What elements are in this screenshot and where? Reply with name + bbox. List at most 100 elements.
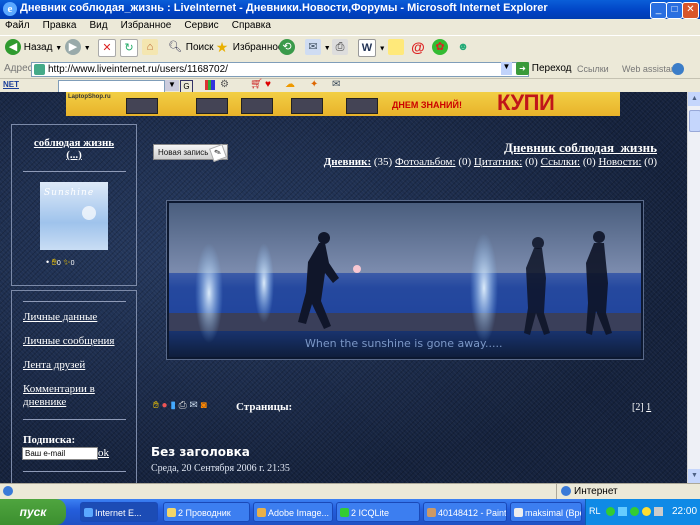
- taskbar-imageready[interactable]: Adobe Image...: [253, 502, 333, 522]
- personal-data-link[interactable]: Личные данные: [23, 311, 97, 323]
- refresh-button[interactable]: ↻: [120, 39, 138, 57]
- star-rating-icon[interactable]: ✨︎: [63, 257, 70, 267]
- laptop-image: [126, 98, 158, 114]
- tray-network-icon[interactable]: [618, 507, 627, 516]
- go-label: Переход: [531, 63, 572, 75]
- ad-banner[interactable]: LaptopShop.ru ДНЕМ ЗНАНИЙ! КУПИ НОУТБУК: [66, 92, 620, 116]
- tray-icq-icon[interactable]: [606, 507, 615, 516]
- clock[interactable]: 22:00: [672, 506, 697, 517]
- links-stat-link[interactable]: Ссылки:: [541, 156, 581, 168]
- back-label: Назад: [23, 42, 53, 53]
- taskbar-mail[interactable]: maksimal (Вре...: [510, 502, 582, 522]
- forward-arrow-icon: ▶: [65, 39, 81, 56]
- minimize-button[interactable]: _: [650, 2, 667, 19]
- mail-icon[interactable]: ✉: [189, 400, 197, 411]
- tray-app-icon[interactable]: [654, 507, 663, 516]
- menu-favorites[interactable]: Избранное: [116, 19, 177, 32]
- tools-icon[interactable]: ⚙: [220, 79, 229, 90]
- maximize-button[interactable]: □: [666, 2, 683, 19]
- heart-icon[interactable]: ♥: [265, 79, 271, 90]
- close-button[interactable]: ✕: [682, 2, 699, 19]
- private-messages-link[interactable]: Личные сообщения: [23, 335, 114, 347]
- diary-comments-link[interactable]: Комментарии в дневнике: [23, 383, 95, 408]
- print-icon[interactable]: ⎙: [179, 400, 187, 411]
- stop-button[interactable]: ✕: [98, 39, 116, 57]
- banner-site: LaptopShop.ru: [68, 94, 111, 100]
- chart-icon[interactable]: [205, 80, 215, 90]
- subscribe-ok-link[interactable]: ok: [98, 447, 109, 459]
- mail-button[interactable]: ✉ ▼: [305, 39, 331, 57]
- taskbar-paint[interactable]: 40148412 - Paint: [423, 502, 507, 522]
- print-button[interactable]: ⎙: [332, 39, 348, 57]
- icq-button[interactable]: ✿: [432, 39, 448, 57]
- history-icon: ⟲: [279, 39, 295, 56]
- note-button[interactable]: [388, 39, 404, 57]
- address-dropdown-icon[interactable]: ▼: [501, 62, 512, 75]
- menu-help[interactable]: Справка: [227, 19, 276, 32]
- tray-icq2-icon[interactable]: [630, 507, 639, 516]
- scroll-up-button[interactable]: ▲: [688, 92, 700, 106]
- links-button[interactable]: Ссылки: [577, 64, 609, 74]
- news-stat-link[interactable]: Новости:: [598, 156, 641, 168]
- edit-button[interactable]: W ▼: [358, 39, 386, 57]
- menu-view[interactable]: Вид: [85, 19, 113, 32]
- new-post-button[interactable]: Новая запись ✎: [153, 144, 228, 162]
- scroll-thumb[interactable]: [689, 110, 700, 132]
- net-mail-icon[interactable]: ✉: [332, 79, 340, 90]
- home-button[interactable]: ⌂: [142, 39, 158, 57]
- cart-icon[interactable]: 🛒︎: [250, 79, 263, 90]
- address-input[interactable]: http://www.liveinternet.ru/users/1168702…: [31, 62, 529, 77]
- page-1-link[interactable]: 1: [646, 402, 651, 413]
- bookmark-icon[interactable]: ✦: [310, 79, 318, 90]
- avatar-sun-shape: [82, 206, 96, 220]
- scroll-down-button[interactable]: ▼: [688, 469, 700, 483]
- news-stat-count: (0): [644, 156, 657, 168]
- menu-tools[interactable]: Сервис: [179, 19, 223, 32]
- hand-icon[interactable]: ✋︎: [153, 400, 159, 411]
- diary-stat-link[interactable]: Дневник:: [324, 156, 371, 168]
- current-page: [2]: [632, 402, 644, 413]
- avatar[interactable]: Sunshine: [40, 182, 108, 250]
- back-dropdown-icon[interactable]: ▼: [55, 45, 62, 52]
- net-dropdown-icon[interactable]: ▼: [165, 80, 179, 91]
- subscribe-email-input[interactable]: [22, 447, 98, 460]
- username-more-link[interactable]: (...): [66, 149, 82, 161]
- forward-dropdown-icon[interactable]: ▼: [84, 45, 91, 52]
- globe-icon[interactable]: [672, 63, 684, 75]
- back-arrow-icon: ◀: [5, 39, 21, 56]
- messenger-button[interactable]: @: [410, 39, 426, 57]
- page-scrollbar[interactable]: ▲ ▼: [687, 92, 700, 483]
- language-indicator[interactable]: RL: [589, 506, 601, 516]
- title-bar[interactable]: e Дневник соблюдая_жизнь : LiveInternet …: [0, 0, 700, 19]
- favorites-button[interactable]: ★ Избранное: [214, 39, 284, 57]
- contacts-button[interactable]: ☻: [455, 39, 471, 57]
- go-button[interactable]: ➜ Переход: [516, 62, 572, 75]
- rss-icon[interactable]: ◙: [201, 400, 207, 411]
- search-button[interactable]: 🔍︎ Поиск: [167, 39, 213, 57]
- taskbar-explorer[interactable]: 2 Проводник: [163, 502, 250, 522]
- username-link[interactable]: соблюдая жизнь: [34, 137, 114, 149]
- menu-edit[interactable]: Правка: [38, 19, 82, 32]
- diary-title-link[interactable]: Дневник соблюдая_жизнь: [400, 140, 657, 156]
- taskbar-icq[interactable]: 2 ICQLite: [336, 502, 420, 522]
- web-assistant-button[interactable]: Web assistant: [622, 64, 678, 74]
- heart-icon[interactable]: ●: [161, 400, 167, 411]
- history-button[interactable]: ⟲: [279, 39, 295, 57]
- menu-file[interactable]: Файл: [0, 19, 35, 32]
- forward-button[interactable]: ▶ ▼: [65, 39, 91, 57]
- flower-icon: ✿: [432, 39, 448, 56]
- start-button[interactable]: пуск: [0, 499, 66, 525]
- edit-dropdown-icon[interactable]: ▼: [379, 46, 386, 53]
- info-icon[interactable]: ▮: [170, 400, 176, 411]
- tray-sound-icon[interactable]: [642, 507, 651, 516]
- weather-icon[interactable]: ☁: [285, 79, 295, 90]
- net-logo[interactable]: NET: [3, 80, 19, 89]
- taskbar-ie[interactable]: Internet E...: [80, 502, 158, 522]
- new-post-label: Новая запись: [158, 148, 209, 157]
- mail-dropdown-icon[interactable]: ▼: [324, 45, 331, 52]
- paint-icon: [427, 508, 436, 517]
- quotes-stat-link[interactable]: Цитатник:: [474, 156, 522, 168]
- back-button[interactable]: ◀ Назад ▼: [5, 39, 62, 57]
- friends-feed-link[interactable]: Лента друзей: [23, 359, 85, 371]
- photo-stat-link[interactable]: Фотоальбом:: [395, 156, 456, 168]
